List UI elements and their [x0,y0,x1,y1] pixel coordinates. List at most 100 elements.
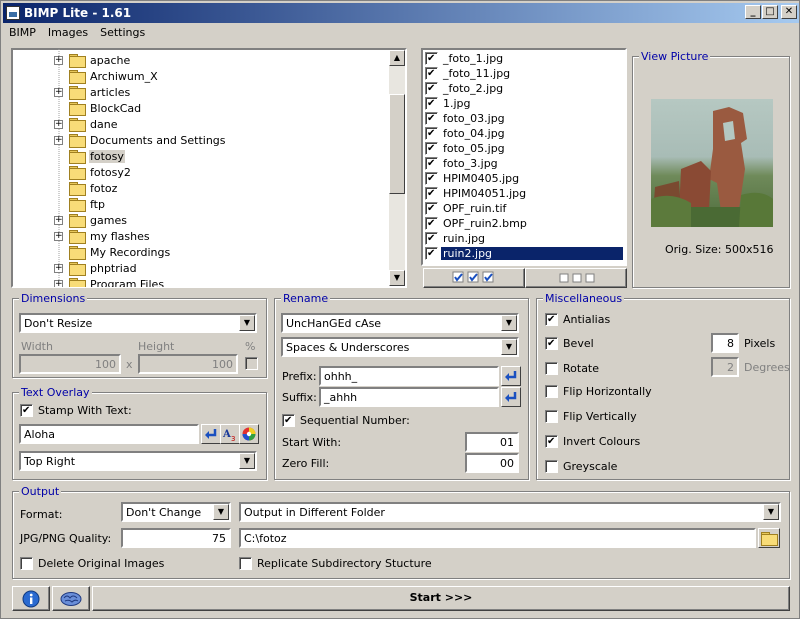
file-item[interactable]: _foto_11.jpg [425,66,623,81]
percent-checkbox[interactable] [245,357,258,370]
replicate-subdirectory-checkbox[interactable] [239,557,252,570]
file-checkbox[interactable] [425,112,438,125]
scroll-down-button[interactable]: ▼ [389,270,405,286]
bevel-checkbox[interactable] [545,337,558,350]
height-input[interactable]: 100 [138,354,238,374]
rotate-option[interactable]: Rotate [545,362,599,375]
expand-icon[interactable]: + [54,279,63,287]
greyscale-option[interactable]: Greyscale [545,460,617,473]
file-checkbox[interactable] [425,247,438,260]
folder-item[interactable]: BlockCad [54,100,142,116]
folder-item[interactable]: + dane [54,116,118,132]
expand-icon[interactable]: + [54,215,63,225]
folder-item[interactable]: + Documents and Settings [54,132,227,148]
apply-suffix-button[interactable] [501,387,521,407]
case-select[interactable]: UncHanGEd cAse ▼ [281,313,519,333]
chevron-down-icon[interactable]: ▼ [501,339,517,355]
flip-vertically-option[interactable]: Flip Vertically [545,410,637,423]
maximize-button[interactable]: □ [762,5,778,19]
overlay-position-select[interactable]: Top Right ▼ [19,451,257,471]
start-with-input[interactable]: 01 [465,432,519,452]
bevel-option[interactable]: Bevel [545,337,594,350]
scroll-thumb[interactable] [389,94,405,194]
antialias-checkbox[interactable] [545,313,558,326]
file-checkbox[interactable] [425,187,438,200]
chevron-down-icon[interactable]: ▼ [239,453,255,469]
sequential-number-option[interactable]: Sequential Number: [282,414,410,427]
output-path-input[interactable]: C:\fotoz [239,528,756,548]
file-checkbox[interactable] [425,67,438,80]
stamp-text-input[interactable]: Aloha [19,424,199,444]
file-checkbox[interactable] [425,172,438,185]
close-button[interactable]: ✕ [781,5,797,19]
file-item[interactable]: 1.jpg [425,96,623,111]
start-button[interactable]: Start >>> [92,586,790,611]
stamp-with-text-checkbox[interactable] [20,404,33,417]
prefix-input[interactable]: ohhh_ [319,366,499,386]
file-checkbox[interactable] [425,142,438,155]
folder-item[interactable]: Archiwum_X [54,68,159,84]
file-checkbox[interactable] [425,127,438,140]
expand-icon[interactable]: + [54,55,63,65]
zero-fill-input[interactable]: 00 [465,453,519,473]
menu-settings[interactable]: Settings [94,24,151,42]
folder-tree[interactable]: + apache Archiwum_X + articles BlockCad + dane +… [12,49,406,287]
file-item[interactable]: OPF_ruin2.bmp [425,216,623,231]
bevel-pixels-input[interactable]: 8 [711,333,739,353]
file-item[interactable]: foto_04.jpg [425,126,623,141]
folder-item[interactable]: fotoz [54,180,118,196]
color-button[interactable] [239,424,259,444]
invert-colours-checkbox[interactable] [545,435,558,448]
folder-item[interactable]: + articles [54,84,131,100]
file-item[interactable]: foto_05.jpg [425,141,623,156]
folder-item[interactable]: + my flashes [54,228,151,244]
file-item[interactable]: foto_3.jpg [425,156,623,171]
info-button[interactable] [12,586,50,611]
folder-item[interactable]: + phptriad [54,260,138,276]
spaces-select[interactable]: Spaces & Underscores ▼ [281,337,519,357]
greyscale-checkbox[interactable] [545,460,558,473]
font-button[interactable]: A3 [220,424,240,444]
scroll-up-button[interactable]: ▲ [389,50,405,66]
file-item[interactable]: ruin2.jpg [425,246,624,261]
rotate-checkbox[interactable] [545,362,558,375]
suffix-input[interactable]: _ahhh [319,387,499,407]
resize-select[interactable]: Don't Resize ▼ [19,313,257,333]
rotate-degrees-input[interactable]: 2 [711,357,739,377]
delete-originals-checkbox[interactable] [20,557,33,570]
browse-folder-button[interactable] [758,528,780,548]
flip-horizontally-checkbox[interactable] [545,385,558,398]
file-checkbox[interactable] [425,82,438,95]
menu-bimp[interactable]: BIMP [3,24,42,42]
expand-icon[interactable]: + [54,87,63,97]
expand-icon[interactable]: + [54,119,63,129]
folder-item[interactable]: fotosy [54,148,125,164]
chevron-down-icon[interactable]: ▼ [239,315,255,331]
delete-originals-option[interactable]: Delete Original Images [20,557,164,570]
antialias-option[interactable]: Antialias [545,313,610,326]
expand-icon[interactable]: + [54,231,63,241]
file-checkbox[interactable] [425,97,438,110]
file-checkbox[interactable] [425,232,438,245]
file-item[interactable]: foto_03.jpg [425,111,623,126]
folder-item[interactable]: + games [54,212,128,228]
brain-button[interactable] [52,586,90,611]
folder-item[interactable]: fotosy2 [54,164,132,180]
file-item[interactable]: _foto_1.jpg [425,51,623,66]
chevron-down-icon[interactable]: ▼ [763,504,779,520]
file-item[interactable]: _foto_2.jpg [425,81,623,96]
minimize-button[interactable]: _ [745,5,761,19]
flip-vertically-checkbox[interactable] [545,410,558,423]
uncheck-all-button[interactable] [525,268,627,288]
file-checkbox[interactable] [425,202,438,215]
file-checkbox[interactable] [425,157,438,170]
apply-prefix-button[interactable] [501,366,521,386]
replicate-subdirectory-option[interactable]: Replicate Subdirectory Stucture [239,557,432,570]
apply-text-button[interactable] [201,424,221,444]
format-select[interactable]: Don't Change ▼ [121,502,231,522]
file-item[interactable]: HPIM04051.jpg [425,186,623,201]
check-all-button[interactable] [423,268,525,288]
invert-colours-option[interactable]: Invert Colours [545,435,640,448]
flip-horizontally-option[interactable]: Flip Horizontally [545,385,652,398]
folder-item[interactable]: My Recordings [54,244,171,260]
